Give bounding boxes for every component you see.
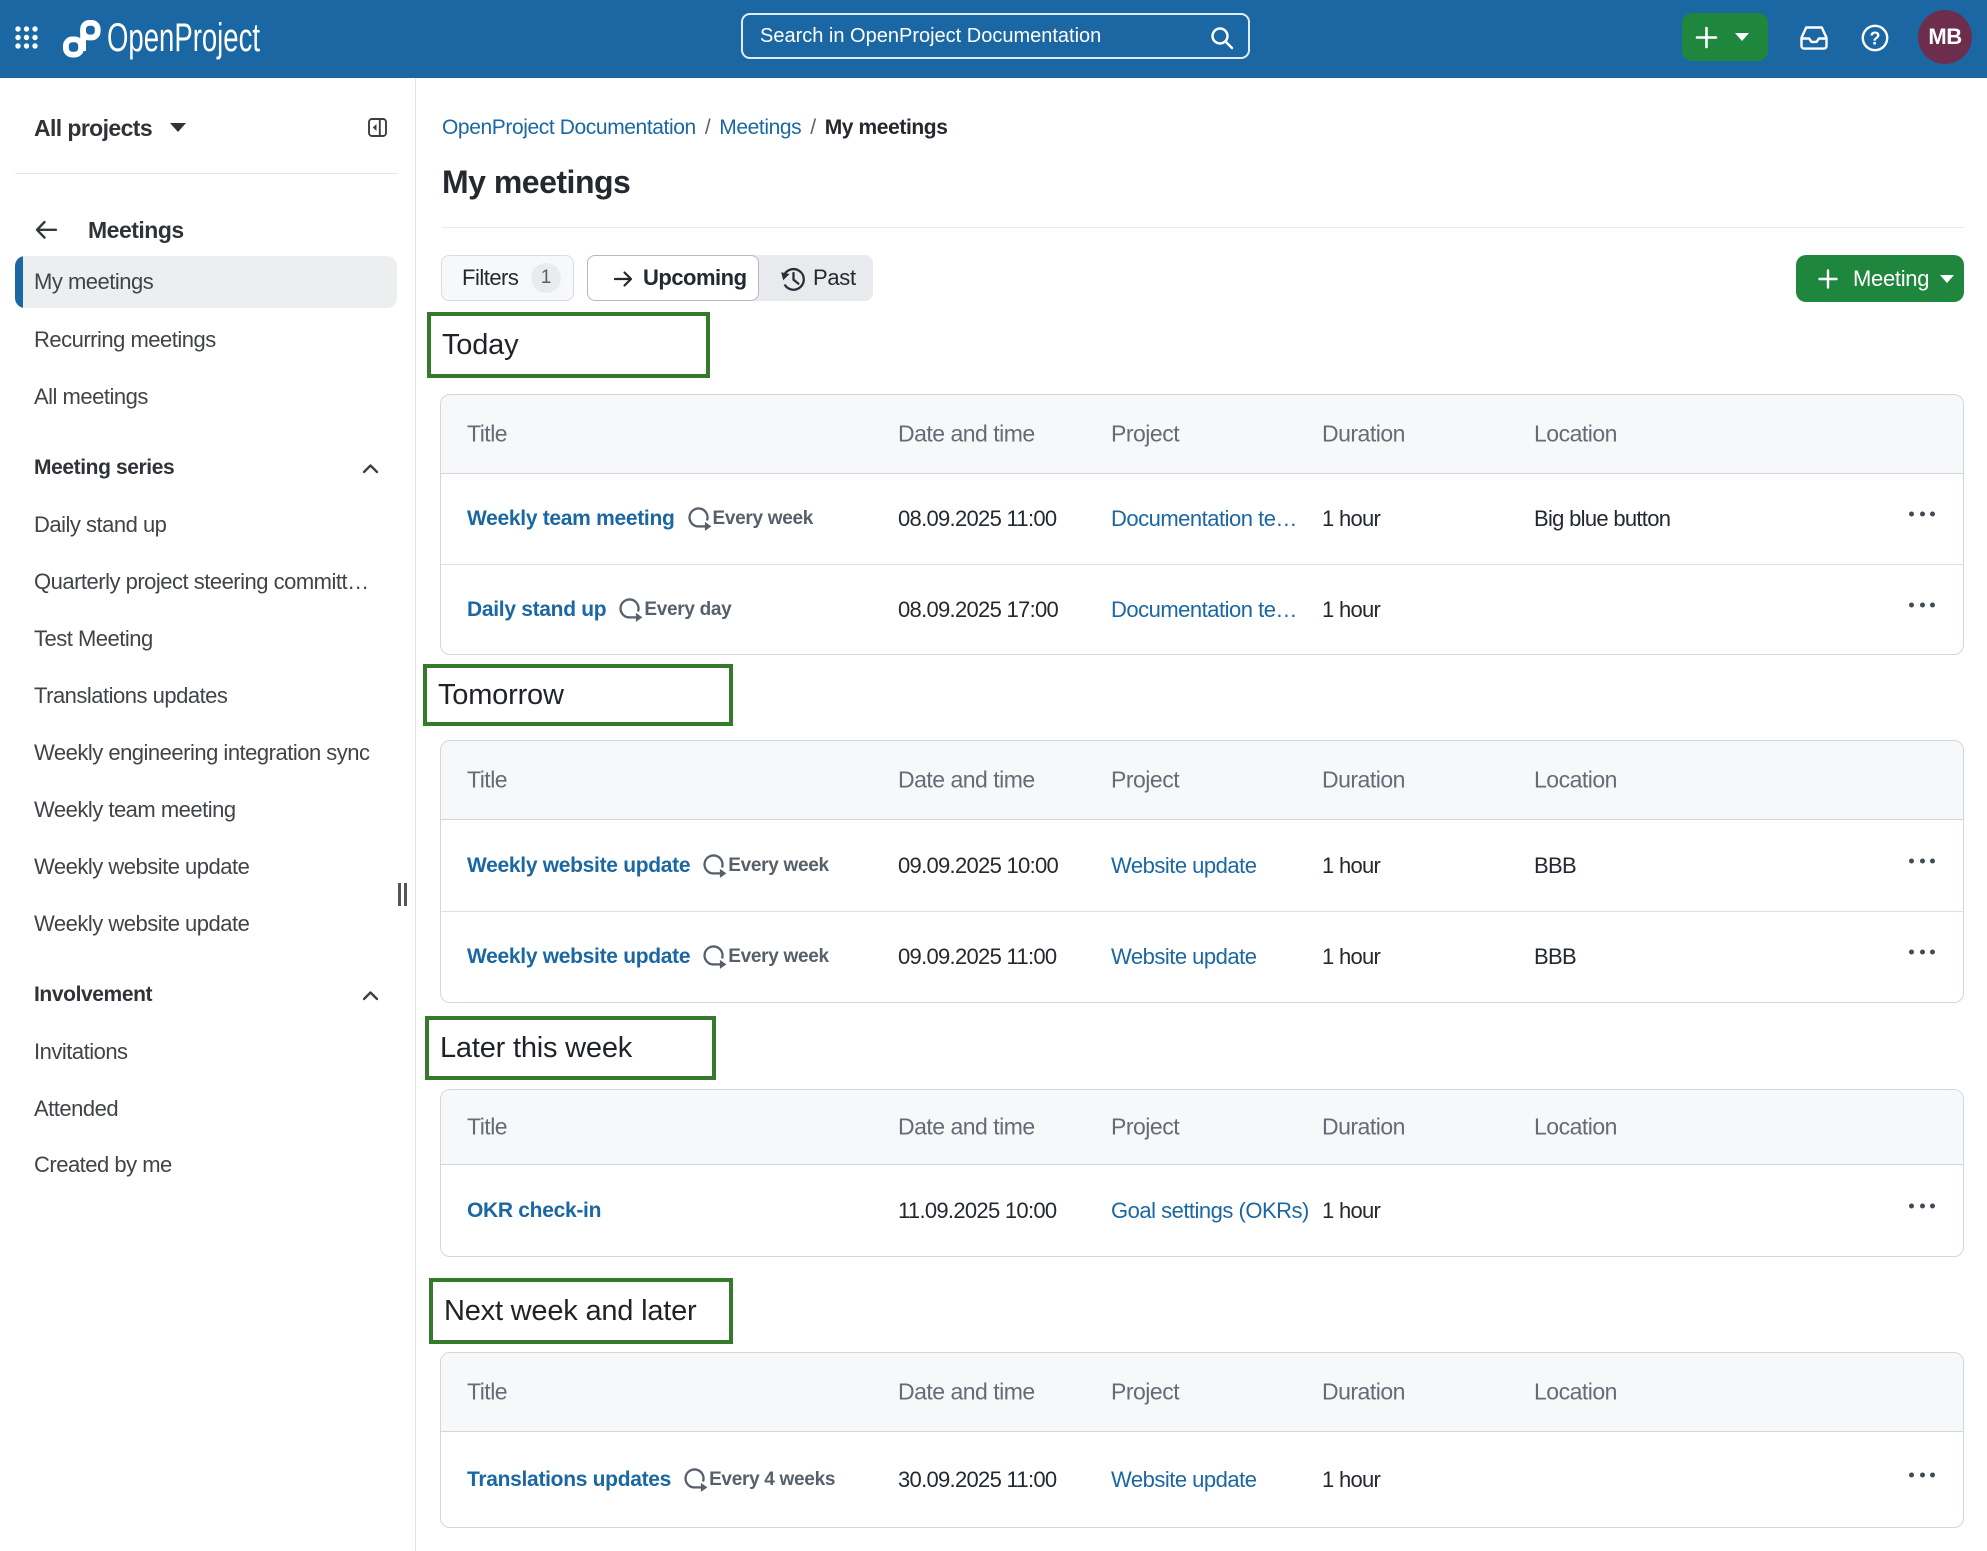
svg-text:OpenProject: OpenProject	[107, 17, 260, 60]
svg-text:?: ?	[1870, 29, 1881, 49]
